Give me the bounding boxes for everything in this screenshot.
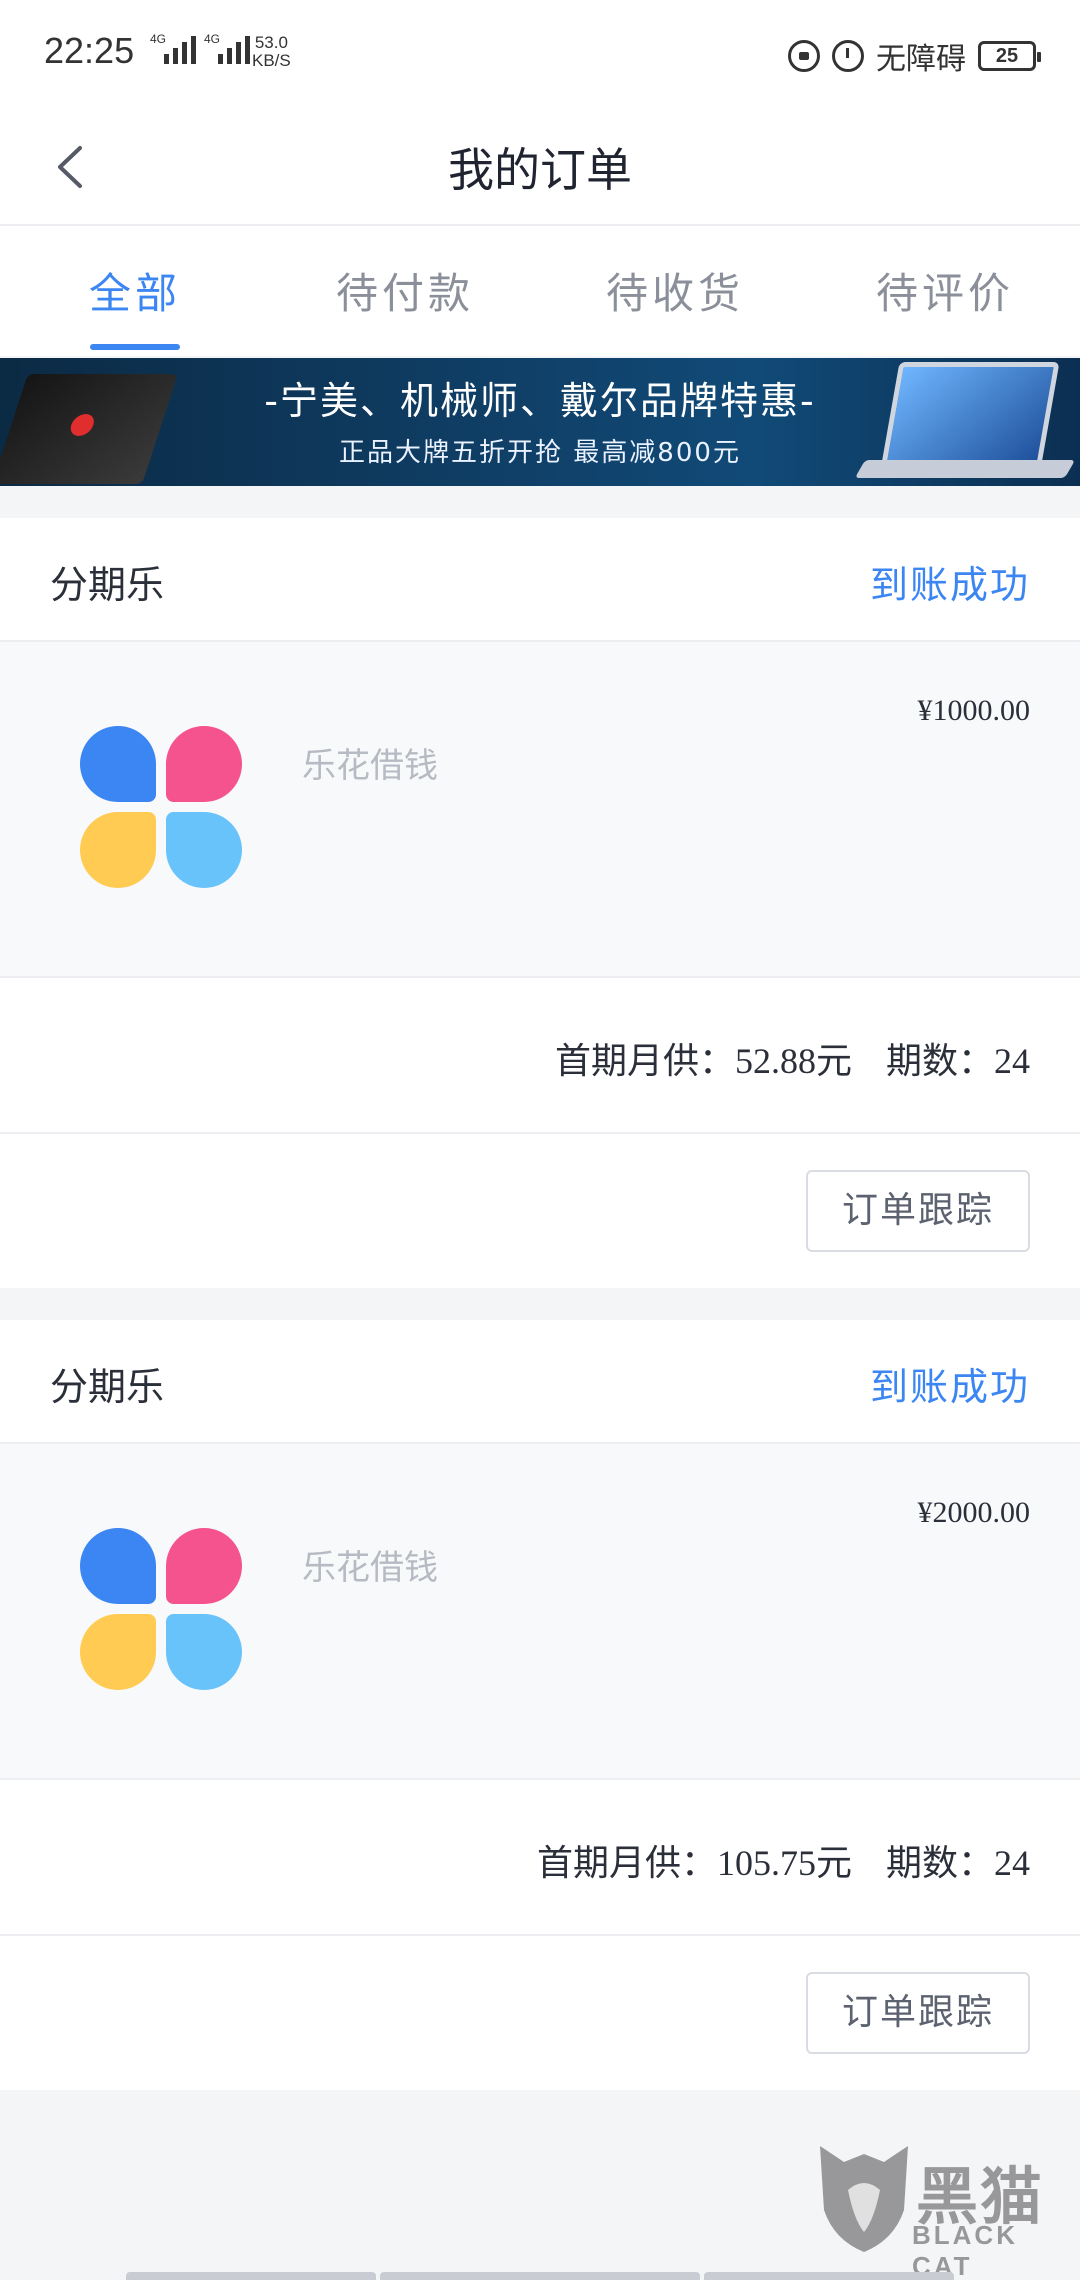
monthly-label: 首期月供： bbox=[554, 1041, 735, 1082]
order-price: ¥2000.00 bbox=[917, 1496, 1031, 1529]
merchant-name: 分期乐 bbox=[50, 563, 165, 607]
periods-label: 期数： bbox=[885, 1041, 994, 1082]
order-status: 到账成功 bbox=[869, 563, 1030, 607]
battery-icon: 25 bbox=[978, 41, 1041, 71]
header: 我的订单 bbox=[0, 110, 1080, 226]
periods-value: 24 bbox=[994, 1843, 1030, 1883]
order-header: 分期乐 到账成功 bbox=[0, 1320, 1080, 1444]
order-tracking-button[interactable]: 订单跟踪 bbox=[806, 1972, 1030, 2054]
periods-value: 24 bbox=[994, 1041, 1030, 1081]
order-status: 到账成功 bbox=[869, 1365, 1030, 1409]
product-logo bbox=[80, 726, 244, 890]
order-actions: 订单跟踪 bbox=[0, 1936, 1080, 2090]
cat-shield-icon bbox=[820, 2146, 908, 2252]
product-name: 乐花借钱 bbox=[302, 1548, 438, 1588]
periods-label: 期数： bbox=[885, 1843, 994, 1884]
tab-label: 待评价 bbox=[875, 269, 1014, 318]
tab-label: 待付款 bbox=[335, 269, 474, 318]
product-logo bbox=[80, 1528, 244, 1692]
tab-bar: 全部 待付款 待收货 待评价 bbox=[0, 226, 1080, 356]
order-product[interactable]: 乐花借钱 ¥2000.00 bbox=[0, 1444, 1080, 1780]
promo-banner[interactable]: -宁美、机械师、戴尔品牌特惠- 正品大牌五折开抢 最高减800元 bbox=[0, 358, 1080, 486]
status-icons: 无障碍 25 bbox=[788, 34, 1041, 78]
tab-pending-review[interactable]: 待评价 bbox=[810, 226, 1080, 356]
monthly-value: 52.88元 bbox=[734, 1041, 852, 1081]
product-name: 乐花借钱 bbox=[302, 746, 438, 786]
tab-label: 待收货 bbox=[605, 269, 744, 318]
nav-hint bbox=[704, 2272, 954, 2280]
order-price: ¥1000.00 bbox=[917, 694, 1031, 727]
tab-label: 全部 bbox=[88, 269, 181, 318]
installment-info: 首期月供：52.88元 期数：24 bbox=[0, 978, 1080, 1134]
nav-hint bbox=[380, 2272, 700, 2280]
status-time: 22:25 bbox=[44, 30, 135, 71]
tab-pending-receipt[interactable]: 待收货 bbox=[540, 226, 810, 356]
tab-all[interactable]: 全部 bbox=[0, 226, 270, 356]
merchant-name: 分期乐 bbox=[50, 1365, 165, 1409]
alarm-icon bbox=[832, 40, 864, 72]
orders-page: 22:25 4G 4G 53.0 KB/S 无障碍 25 我的订单 全部 待付款… bbox=[0, 0, 1080, 2280]
banner-title: -宁美、机械师、戴尔品牌特惠- bbox=[264, 379, 816, 423]
order-product[interactable]: 乐花借钱 ¥1000.00 bbox=[0, 642, 1080, 978]
network-speed: 53.0 KB/S bbox=[252, 33, 291, 70]
monthly-value: 105.75元 bbox=[716, 1843, 852, 1883]
status-bar: 22:25 4G 4G 53.0 KB/S 无障碍 25 bbox=[0, 0, 1080, 110]
tab-pending-payment[interactable]: 待付款 bbox=[270, 226, 540, 356]
watermark: 黑猫 BLACK CAT bbox=[806, 2140, 1076, 2280]
monthly-label: 首期月供： bbox=[536, 1843, 717, 1884]
order-card: 分期乐 到账成功 乐花借钱 ¥2000.00 首期月供：105.75元 期数：24… bbox=[0, 1320, 1080, 2090]
installment-info: 首期月供：105.75元 期数：24 bbox=[0, 1780, 1080, 1936]
order-tracking-button[interactable]: 订单跟踪 bbox=[806, 1170, 1030, 1252]
order-header: 分期乐 到账成功 bbox=[0, 518, 1080, 642]
banner-subtitle: 正品大牌五折开抢 最高减800元 bbox=[339, 438, 741, 468]
rotation-lock-icon bbox=[788, 40, 820, 72]
order-card: 分期乐 到账成功 乐花借钱 ¥1000.00 首期月供：52.88元 期数：24 … bbox=[0, 518, 1080, 1288]
signal-icon: 4G bbox=[150, 32, 196, 64]
signal-icon: 4G bbox=[204, 32, 250, 64]
page-title: 我的订单 bbox=[448, 143, 632, 197]
nav-hint bbox=[126, 2272, 376, 2280]
order-actions: 订单跟踪 bbox=[0, 1134, 1080, 1288]
tab-indicator bbox=[90, 344, 180, 350]
accessibility-label: 无障碍 bbox=[876, 42, 966, 77]
watermark-subtext: BLACK CAT bbox=[912, 2220, 1018, 2280]
